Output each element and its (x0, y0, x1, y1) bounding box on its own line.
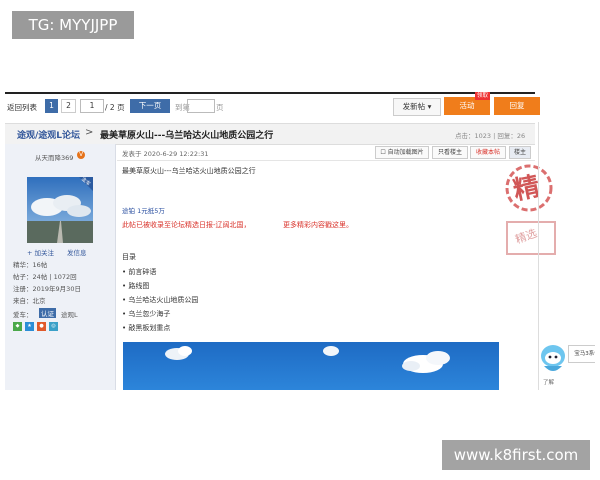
user-meta-posts: 帖子：24帖 | 1072回 (13, 273, 77, 281)
new-post-label: 发新帖 (402, 102, 426, 111)
avatar[interactable]: 金车 (27, 177, 93, 243)
toc-item: • 敲黑板划重点 (122, 324, 171, 332)
activity-badge: 领取 (475, 92, 491, 100)
post-header: 发表于 2020-6-29 12:22:31 ☐ 自动加载图片 只看楼主 收藏本… (117, 144, 535, 161)
user-meta-location: 来自：北京 (13, 297, 46, 305)
more-content-link[interactable]: 更多精彩内容戳这里。 (283, 220, 353, 230)
post-title-text: 最美草原火山---乌兰哈达火山地质公园之行 (122, 167, 256, 175)
featured-notice: 此帖已被收录至论坛精选日报-辽阔北国， (122, 221, 251, 229)
back-to-list-link[interactable]: 返回列表 (7, 102, 37, 113)
go-to-page-input[interactable] (187, 99, 215, 113)
page-1-button[interactable]: 1 (45, 99, 58, 113)
user-sidebar: 从天而降369 V 金车 + 加关注 发信息 精华：16帖 帖子：24帖 | 1… (5, 144, 116, 390)
breadcrumb-arrow-icon: > (85, 127, 94, 138)
car-model[interactable]: 途观L (61, 309, 78, 319)
user-meta-essence: 精华：16帖 (13, 261, 48, 269)
forum-screenshot: 返回列表 1 2 1 / 2 页 下一页 到第 页 发新帖 ▾ 活动 领取 回复… (5, 92, 595, 390)
only-op-button[interactable]: 只看楼主 (432, 146, 468, 159)
thread-stats: 点击：1023 | 回复：26 (455, 132, 526, 140)
medal-icon: ◆ (13, 322, 22, 331)
user-meta-registered: 注册：2019年9月30日 (13, 285, 81, 293)
toc-item: • 路线图 (122, 282, 150, 290)
new-post-button[interactable]: 发新帖 ▾ (393, 98, 441, 116)
featured-stamp: 精 (499, 164, 559, 214)
username[interactable]: 从天而降369 (35, 152, 73, 162)
mascot-label[interactable]: 了解 (543, 378, 554, 386)
page-title: 最美草原火山---乌兰哈达火山地质公园之行 (100, 131, 274, 141)
checkbox-icon: ☐ (380, 149, 386, 156)
car-label: 爱车： (13, 311, 33, 319)
toc-item: • 前言碎语 (122, 268, 157, 276)
medal-icon: ★ (25, 322, 34, 331)
selected-stamp: 精选 (505, 220, 557, 256)
top-divider (5, 92, 535, 94)
page-total: / 2 页 (105, 103, 125, 112)
message-link[interactable]: 发信息 (67, 247, 87, 257)
page-input[interactable]: 1 (80, 99, 104, 113)
favorite-button[interactable]: 收藏本帖 (470, 146, 506, 159)
medal-icon: ● (37, 322, 46, 331)
toc-item: • 乌兰忽少海子 (122, 310, 171, 318)
mascot-bubble[interactable]: 宝马3系备 (568, 345, 595, 363)
post-date: 发表于 2020-6-29 12:22:31 (122, 150, 209, 158)
assistant-mascot-icon[interactable] (539, 342, 567, 376)
medal-icon: ◎ (49, 322, 58, 331)
pager-bar: 返回列表 1 2 1 / 2 页 下一页 到第 页 发新帖 ▾ 活动 领取 回复 (5, 92, 545, 118)
toc-title: 目录 (122, 253, 136, 261)
op-tag: 楼主 (509, 146, 531, 159)
chevron-down-icon: ▾ (427, 102, 432, 111)
reward-link[interactable]: 途铂 1元抵5万 (122, 205, 165, 215)
next-page-button[interactable]: 下一页 (130, 99, 170, 113)
auto-load-label: 自动加载图片 (387, 149, 424, 156)
watermark-top: TG: MYYJJPP (12, 11, 134, 39)
reply-button[interactable]: 回复 (494, 97, 540, 115)
car-verified-tag: 认证 (39, 308, 56, 318)
vip-badge: V (77, 151, 85, 159)
thread-title-bar: 途观/途观L论坛 > 最美草原火山---乌兰哈达火山地质公园之行 点击：1023… (5, 123, 535, 145)
follow-link[interactable]: + 加关注 (27, 247, 54, 257)
auto-load-images-toggle[interactable]: ☐ 自动加载图片 (375, 146, 429, 159)
toc-item: • 乌兰哈达火山地质公园 (122, 296, 199, 304)
page-2-button[interactable]: 2 (61, 99, 76, 113)
watermark-bottom: www.k8first.com (442, 440, 590, 470)
avatar-image (27, 177, 93, 243)
post-image-sky (123, 342, 499, 390)
breadcrumb[interactable]: 途观/途观L论坛 (17, 128, 80, 141)
page-unit-label: 页 (216, 103, 224, 112)
